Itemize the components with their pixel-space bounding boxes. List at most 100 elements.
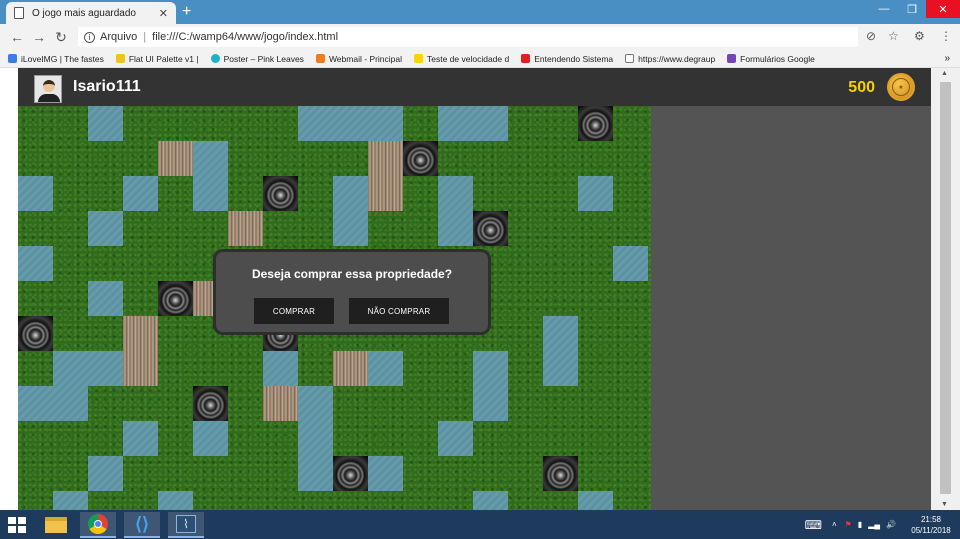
buy-button[interactable]: COMPRAR (254, 298, 334, 324)
wood-tile[interactable] (263, 386, 298, 421)
hole-tile[interactable] (473, 211, 508, 246)
start-logo-pane (8, 526, 16, 533)
avatar-body (38, 94, 60, 102)
avatar[interactable] (34, 75, 62, 103)
scroll-down-icon[interactable]: ▼ (941, 501, 948, 508)
water-tile[interactable] (193, 141, 228, 211)
water-tile[interactable] (473, 491, 508, 510)
hole-tile[interactable] (263, 176, 298, 211)
minimize-button[interactable]: — (870, 0, 898, 18)
bookmark-item[interactable]: Teste de velocidade d (414, 54, 509, 64)
bookmark-item[interactable]: Formulários Google (727, 54, 815, 64)
water-tile[interactable] (88, 456, 123, 491)
water-tile[interactable] (18, 246, 53, 281)
water-tile[interactable] (333, 176, 368, 246)
browser-tab[interactable]: O jogo mais aguardado ✕ (6, 2, 176, 24)
water-tile[interactable] (543, 316, 578, 386)
more-bookmarks-icon[interactable]: » (944, 53, 950, 64)
wood-tile[interactable] (228, 211, 263, 246)
sql-workbench-icon[interactable]: ⌇ (168, 512, 204, 538)
hole-tile[interactable] (403, 141, 438, 176)
bookmark-item[interactable]: Webmail - Principal (315, 54, 402, 64)
bookmarks-bar: iLoveIMG | The fastes Flat UI Palette v1… (0, 50, 960, 68)
water-tile[interactable] (18, 176, 53, 211)
water-tile[interactable] (193, 421, 228, 456)
file-explorer-icon[interactable] (38, 512, 74, 538)
water-tile[interactable] (88, 211, 123, 246)
restore-button[interactable]: ❐ (898, 0, 926, 18)
extension-icon[interactable]: ⚙ (914, 29, 925, 43)
hole-tile[interactable] (18, 316, 53, 351)
chrome-icon[interactable] (80, 512, 116, 538)
water-tile[interactable] (298, 106, 403, 141)
forward-icon[interactable]: → (28, 29, 50, 45)
water-tile[interactable] (438, 106, 508, 141)
water-tile[interactable] (123, 176, 158, 211)
bookmark-item[interactable]: Poster – Pink Leaves (210, 53, 304, 64)
vscode-icon[interactable]: ⟨⟩ (124, 512, 160, 538)
water-tile[interactable] (123, 421, 158, 456)
bookmark-item[interactable]: Flat UI Palette v1 | (115, 54, 199, 64)
water-tile[interactable] (158, 491, 193, 510)
battery-icon[interactable]: ▮ (858, 520, 862, 529)
url-field[interactable]: i Arquivo | file:///C:/wamp64/www/jogo/i… (78, 27, 858, 47)
scrollbar-thumb[interactable] (940, 82, 951, 494)
cookie-blocked-icon[interactable]: ⊘ (866, 29, 876, 43)
scroll-up-icon[interactable]: ▲ (941, 70, 948, 77)
water-tile[interactable] (473, 351, 508, 421)
hole-tile[interactable] (543, 456, 578, 491)
coin-icon: ★ (887, 73, 915, 101)
clock[interactable]: 21:58 05/11/2018 (902, 514, 960, 536)
bookmark-icon (8, 54, 17, 63)
bookmark-item[interactable]: https://www.degraup (625, 54, 715, 64)
info-icon[interactable]: i (84, 31, 95, 43)
back-icon[interactable]: ← (6, 29, 28, 45)
window-controls: — ❐ ✕ (870, 0, 960, 20)
keyboard-icon[interactable]: ⌨ (805, 518, 822, 532)
water-tile[interactable] (18, 386, 88, 421)
hole-tile[interactable] (333, 456, 368, 491)
bookmark-item[interactable]: iLoveIMG | The fastes (8, 54, 104, 64)
water-tile[interactable] (53, 351, 123, 386)
water-tile[interactable] (53, 491, 88, 510)
water-tile[interactable] (88, 106, 123, 141)
wood-tile[interactable] (333, 351, 368, 386)
dont-buy-button[interactable]: NÃO COMPRAR (349, 298, 449, 324)
water-tile[interactable] (578, 491, 613, 510)
water-tile[interactable] (438, 176, 473, 246)
bookmark-icon (625, 54, 635, 63)
bookmark-item[interactable]: Entendendo Sistema (521, 54, 613, 64)
scrollbar[interactable]: ▲ ▼ (931, 68, 960, 510)
menu-icon[interactable]: ⋮ (940, 29, 952, 43)
notification-flag-icon[interactable]: ⚑ (845, 520, 852, 529)
wood-tile[interactable] (123, 316, 158, 386)
water-tile[interactable] (438, 421, 473, 456)
network-icon[interactable]: ▂▄ (868, 520, 880, 529)
close-window-button[interactable]: ✕ (926, 0, 960, 18)
game-container: Isario111 500 ★ Deseja comprar essa prop… (18, 68, 931, 510)
bookmark-label: Teste de velocidade d (427, 53, 510, 64)
hole-tile[interactable] (193, 386, 228, 421)
show-hidden-icons[interactable]: ˄ (832, 520, 837, 529)
volume-icon[interactable]: 🔊 (886, 520, 896, 529)
close-tab-icon[interactable]: ✕ (159, 7, 168, 20)
water-tile[interactable] (263, 351, 298, 386)
start-logo-pane (18, 526, 26, 533)
water-tile[interactable] (298, 386, 333, 491)
hole-tile[interactable] (158, 281, 193, 316)
wood-tile[interactable] (158, 141, 193, 176)
system-tray: ⌨ ˄ ⚑ ▮ ▂▄ 🔊 21:58 05/11/2018 (805, 510, 960, 539)
water-tile[interactable] (368, 351, 403, 386)
water-tile[interactable] (613, 246, 648, 281)
wood-tile[interactable] (368, 141, 403, 211)
reload-icon[interactable]: ↻ (50, 29, 72, 46)
bookmark-icon (315, 54, 325, 63)
water-tile[interactable] (578, 176, 613, 211)
bookmark-label: Poster – Pink Leaves (223, 53, 304, 64)
hole-tile[interactable] (578, 106, 613, 141)
water-tile[interactable] (88, 281, 123, 316)
new-tab-button[interactable]: + (182, 3, 191, 21)
water-tile[interactable] (368, 456, 403, 491)
bookmark-star-icon[interactable]: ☆ (888, 29, 899, 43)
windows-start-icon[interactable] (8, 517, 26, 533)
